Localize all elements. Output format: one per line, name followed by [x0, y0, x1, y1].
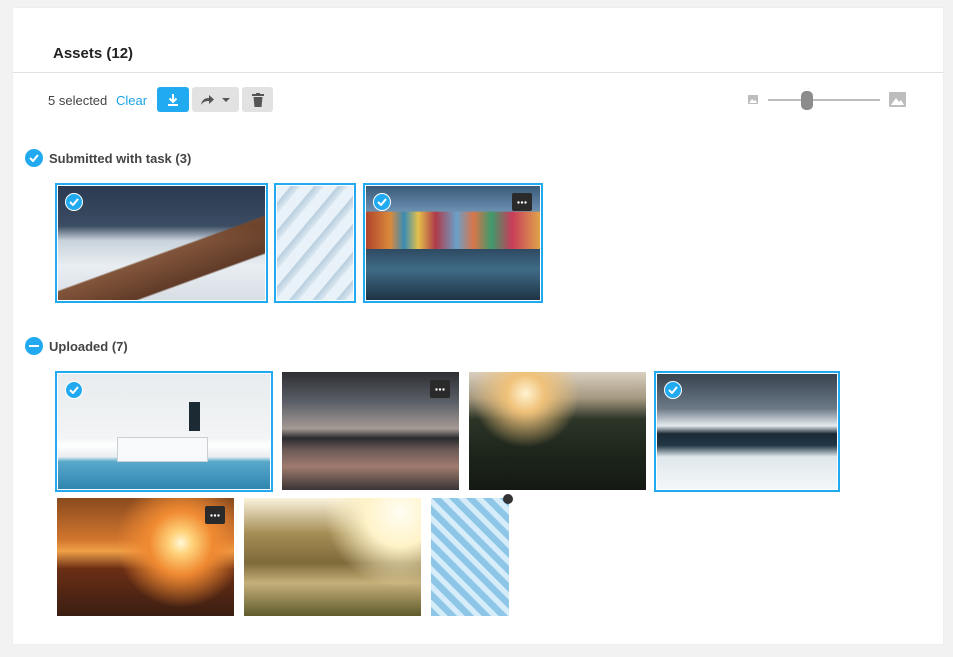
- asset-thumbnail[interactable]: [55, 183, 268, 303]
- asset-image: [277, 186, 353, 300]
- asset-image: [244, 498, 421, 616]
- asset-thumbnail[interactable]: [57, 498, 234, 616]
- group-label: Uploaded (7): [49, 338, 128, 354]
- asset-thumbnail[interactable]: [244, 498, 421, 616]
- comment-icon[interactable]: [512, 193, 532, 211]
- group-header-submitted[interactable]: Submitted with task (3): [25, 149, 191, 167]
- header-divider: [13, 72, 943, 73]
- asset-image: [469, 372, 646, 490]
- thumbnail-size-slider[interactable]: [768, 99, 880, 101]
- asset-thumbnail[interactable]: [363, 183, 543, 303]
- asset-thumbnail[interactable]: [274, 183, 356, 303]
- share-button[interactable]: [192, 87, 239, 112]
- asset-image: [431, 498, 509, 616]
- asset-image: [58, 374, 270, 489]
- asset-image: [58, 186, 265, 300]
- large-image-icon[interactable]: [889, 92, 906, 107]
- drag-indicator-dot: [503, 494, 513, 504]
- asset-image: [657, 374, 837, 489]
- small-image-icon[interactable]: [748, 95, 758, 104]
- asset-thumbnail[interactable]: [55, 371, 273, 492]
- slider-handle[interactable]: [801, 91, 813, 110]
- check-icon[interactable]: [373, 193, 391, 211]
- selection-count: 5 selected: [48, 93, 108, 108]
- minus-circle-icon[interactable]: [25, 337, 43, 355]
- group-label: Submitted with task (3): [49, 150, 192, 166]
- chevron-down-icon: [222, 97, 230, 102]
- trash-icon: [251, 92, 264, 107]
- comment-icon[interactable]: [430, 380, 450, 398]
- download-icon: [168, 93, 178, 106]
- clear-selection-link[interactable]: Clear: [116, 93, 147, 108]
- asset-thumbnail[interactable]: [431, 498, 509, 616]
- delete-button[interactable]: [242, 87, 273, 112]
- assets-panel: Assets (12) 5 selected Clear Submitted w…: [13, 8, 943, 644]
- download-button[interactable]: [157, 87, 189, 112]
- asset-thumbnail[interactable]: [282, 372, 459, 490]
- asset-thumbnail[interactable]: [469, 372, 646, 490]
- group-header-uploaded[interactable]: Uploaded (7): [25, 337, 128, 355]
- share-icon: [201, 94, 214, 105]
- asset-thumbnail[interactable]: [654, 371, 840, 492]
- group-check-icon[interactable]: [25, 149, 43, 167]
- page-title: Assets (12): [53, 45, 134, 62]
- check-icon[interactable]: [664, 381, 682, 399]
- check-icon[interactable]: [65, 381, 83, 399]
- check-icon[interactable]: [65, 193, 83, 211]
- comment-icon[interactable]: [205, 506, 225, 524]
